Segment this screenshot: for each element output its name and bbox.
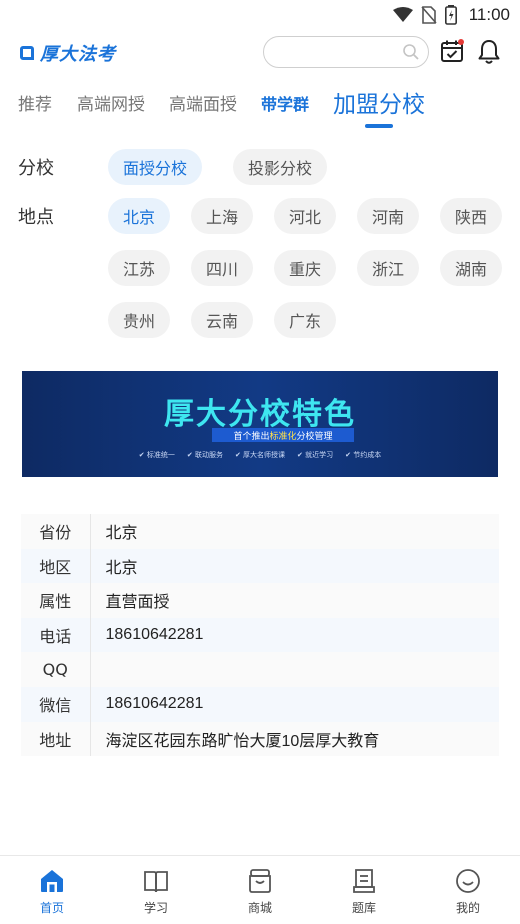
info-key: 微信 xyxy=(21,686,91,722)
calendar-check-icon[interactable] xyxy=(440,39,464,63)
tab-franchise-branches[interactable]: 加盟分校 xyxy=(333,85,425,119)
app-header: 厚大法考 xyxy=(0,34,520,70)
location-chip[interactable]: 北京 xyxy=(108,198,170,234)
location-chip[interactable]: 河南 xyxy=(357,198,419,234)
location-chip[interactable]: 贵州 xyxy=(108,302,170,338)
banner-subtitle-highlight: 标准化 xyxy=(269,431,297,442)
banner-subtitle: 首个推出 标准化 分校管理 xyxy=(212,428,354,442)
bell-icon[interactable] xyxy=(477,39,501,65)
nav-shop-label: 商城 xyxy=(247,901,272,915)
info-value: 北京 xyxy=(105,559,138,577)
banner-subtitle-post: 分校管理 xyxy=(296,431,333,442)
info-row-phone: 电话 18610642281 xyxy=(21,617,499,653)
chip-projection-branch[interactable]: 投影分校 xyxy=(233,149,327,185)
info-key: QQ xyxy=(21,652,91,687)
info-key: 省份 xyxy=(21,514,91,549)
app-logo: 厚大法考 xyxy=(20,40,116,66)
banner-feature: ✔ 节约成本 xyxy=(345,451,382,459)
banner-feature: ✔ 就近学习 xyxy=(297,451,334,459)
location-chip[interactable]: 四川 xyxy=(191,250,253,286)
info-row-province: 省份 北京 xyxy=(21,514,499,549)
location-chip[interactable]: 广东 xyxy=(274,302,336,338)
category-tabs: 推荐 高端网授 高端面授 带学群 加盟分校 xyxy=(0,82,520,132)
tab-study-group[interactable]: 带学群 xyxy=(261,91,309,115)
info-value: 直营面授 xyxy=(105,594,170,612)
banner-feature: ✔ 厚大名师授课 xyxy=(234,451,286,459)
tab-online-premium[interactable]: 高端网授 xyxy=(77,90,145,115)
info-value xyxy=(90,652,499,687)
wifi-icon xyxy=(392,7,413,22)
location-chip[interactable]: 河北 xyxy=(274,198,336,234)
location-chip[interactable]: 湖南 xyxy=(440,250,502,286)
nav-study[interactable]: 学习 xyxy=(126,867,186,916)
info-value: 海淀区花园东路旷怡大厦10层厚大教育 xyxy=(105,732,380,750)
nav-shop[interactable]: 商城 xyxy=(230,867,290,916)
banner-features: ✔ 标准统一 ✔ 联动服务 ✔ 厚大名师授课 ✔ 就近学习 ✔ 节约成本 xyxy=(22,450,498,460)
banner-title: 厚大分校特色 xyxy=(164,397,356,432)
no-sim-icon xyxy=(421,6,437,24)
location-chip[interactable]: 上海 xyxy=(191,198,253,234)
info-row-address: 地址 海淀区花园东路旷怡大厦10层厚大教育 xyxy=(21,721,499,757)
search-icon[interactable] xyxy=(402,43,420,61)
nav-me-label: 我的 xyxy=(455,901,480,915)
info-value: 北京 xyxy=(105,525,138,543)
info-row-qq: QQ xyxy=(21,652,499,687)
tab-offline-premium[interactable]: 高端面授 xyxy=(169,90,237,115)
info-key: 属性 xyxy=(21,583,91,618)
tab-recommend[interactable]: 推荐 xyxy=(18,90,52,115)
location-chip[interactable]: 浙江 xyxy=(357,250,419,286)
banner-subtitle-pre: 首个推出 xyxy=(233,431,270,442)
banner-feature: ✔ 标准统一 xyxy=(138,451,175,459)
nav-home[interactable]: 首页 xyxy=(22,867,82,916)
info-row-type: 属性 直营面授 xyxy=(21,583,499,618)
info-value[interactable]: 18610642281 xyxy=(90,687,499,722)
search-input[interactable] xyxy=(263,36,429,68)
info-key: 地址 xyxy=(21,721,91,757)
info-key: 电话 xyxy=(21,617,91,653)
bottom-nav: 首页 学习 商城 题库 我的 xyxy=(0,855,520,924)
logo-mark-icon xyxy=(20,46,34,60)
clock: 11:00 xyxy=(468,5,510,24)
nav-question-bank[interactable]: 题库 xyxy=(334,867,394,916)
location-chip[interactable]: 江苏 xyxy=(108,250,170,286)
nav-study-label: 学习 xyxy=(143,901,168,915)
nav-home-label: 首页 xyxy=(39,901,64,915)
info-key: 地区 xyxy=(21,548,91,584)
promo-banner[interactable]: 厚大分校特色 首个推出 标准化 分校管理 ✔ 标准统一 ✔ 联动服务 ✔ 厚大名师授… xyxy=(22,371,498,477)
info-row-region: 地区 北京 xyxy=(21,548,499,584)
location-label: 地点 xyxy=(18,207,54,228)
location-chip[interactable]: 重庆 xyxy=(274,250,336,286)
branch-info-table: 省份 北京 地区 北京 属性 直营面授 电话 18610642281 QQ 微信… xyxy=(21,514,499,757)
nav-question-bank-label: 题库 xyxy=(351,901,376,915)
book-icon xyxy=(144,871,168,893)
home-icon xyxy=(41,870,63,892)
active-tab-indicator xyxy=(365,124,393,128)
shop-icon xyxy=(249,869,271,893)
logo-text: 厚大法考 xyxy=(40,44,116,65)
app-screen: 11:00 厚大法考 推荐 高端网授 高端面授 带学群 加盟分校 分校 面授分校… xyxy=(0,0,520,924)
nav-me[interactable]: 我的 xyxy=(438,867,498,916)
question-bank-icon xyxy=(353,869,375,893)
battery-icon xyxy=(444,5,457,25)
info-row-wechat: 微信 18610642281 xyxy=(21,686,499,722)
chip-face-to-face-branch[interactable]: 面授分校 xyxy=(108,149,202,185)
branch-type-label: 分校 xyxy=(18,158,54,179)
status-bar: 11:00 xyxy=(0,0,520,30)
info-value[interactable]: 18610642281 xyxy=(90,618,499,653)
location-chip[interactable]: 陕西 xyxy=(440,198,502,234)
banner-feature: ✔ 联动服务 xyxy=(186,451,223,459)
location-chip[interactable]: 云南 xyxy=(191,302,253,338)
smile-icon xyxy=(456,869,480,893)
